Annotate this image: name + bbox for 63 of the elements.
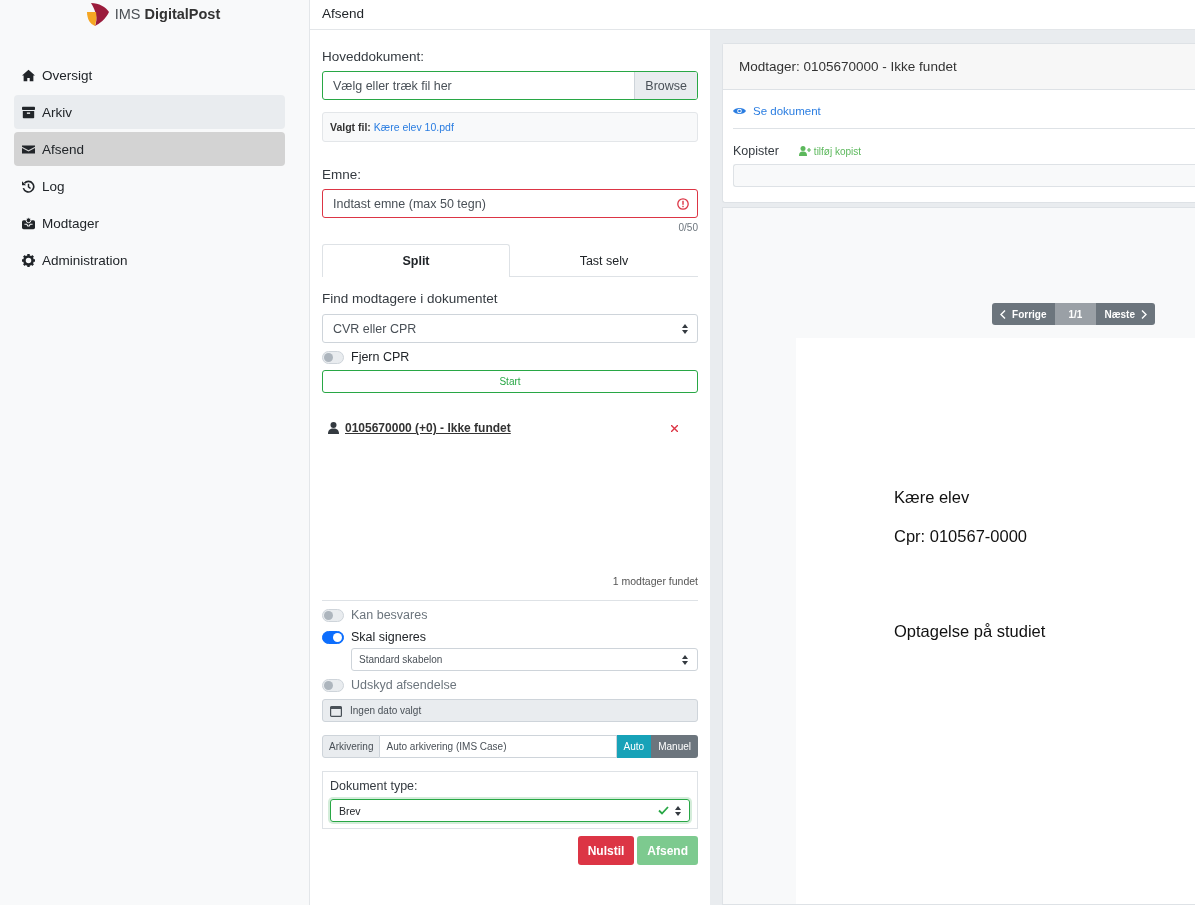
tab[interactable]: Split [322, 244, 510, 277]
archive-box-icon [22, 105, 35, 119]
sort-caret-icon [675, 805, 681, 816]
sidebar-item[interactable]: Modtager [14, 206, 285, 240]
view-document-link[interactable]: Se dokument [733, 105, 821, 117]
chosen-file-label: Valgt fil: [330, 121, 371, 133]
action-button[interactable]: Nulstil [577, 836, 635, 865]
close-icon [671, 425, 678, 432]
select-field[interactable]: CVR eller CPR [322, 314, 698, 343]
calendar-icon [330, 704, 342, 717]
found-count: 1 modtager fundet [611, 575, 698, 587]
select-field[interactable]: Brev [330, 799, 690, 822]
gear-icon [22, 253, 35, 267]
sort-caret-icon [682, 654, 688, 665]
eye-icon [733, 106, 746, 116]
file-input[interactable]: Vælg eller træk fil her Browse [322, 71, 698, 100]
warning-icon [677, 197, 689, 210]
chevron-left-icon [1000, 309, 1007, 319]
archiving-label: Arkivering [322, 735, 381, 758]
copies-field[interactable] [733, 164, 1195, 187]
select-field[interactable]: Standard skabelon [351, 648, 698, 671]
sidebar-item[interactable]: Arkiv [14, 95, 285, 129]
logo-icon [85, 0, 112, 27]
document-text: Cpr: 010567-0000 [894, 527, 1028, 546]
copies-label: Kopister [733, 144, 779, 158]
file-link[interactable]: Kære elev 10.pdf [373, 121, 454, 133]
subject-input[interactable]: Indtast emne (max 50 tegn) [322, 189, 698, 218]
field-label: Emne: [322, 167, 363, 182]
page-title: Afsend [322, 6, 365, 21]
field-label: Dokument type: [330, 779, 419, 793]
inbox-person-icon [22, 216, 35, 230]
field-label: Hoveddokument: [322, 49, 426, 64]
previous-button[interactable]: Forrige [992, 303, 1055, 325]
sidebar-item[interactable]: Log [14, 169, 285, 203]
browse-button[interactable]: Browse [634, 72, 697, 99]
toggle-label: Udskyd afsendelse [351, 678, 457, 692]
toggle-label: Kan besvares [351, 608, 428, 622]
field-label: Find modtagere i dokumentet [322, 291, 499, 306]
recipient-title: Modtager: 0105670000 - Ikke fundet [739, 59, 957, 74]
sidebar-item[interactable]: Administration [14, 243, 285, 277]
logo-text: IMS DigitalPost [114, 5, 221, 22]
add-person-icon [798, 146, 811, 156]
history-icon [22, 179, 35, 193]
toggle-label: Skal signeres [351, 630, 427, 644]
envelope-icon [22, 142, 35, 156]
tab[interactable]: Tast selv [510, 244, 698, 276]
archiving-field: Auto arkivering (IMS Case) [380, 735, 617, 758]
person-icon [328, 422, 339, 434]
document-text: Kære elev [894, 488, 971, 507]
sidebar-item[interactable]: Afsend [14, 132, 285, 166]
document-text: Optagelse på studiet [894, 622, 1047, 641]
next-button[interactable]: Næste [1096, 303, 1155, 325]
page-indicator: 1/1 [1054, 303, 1097, 325]
char-counter: 0/50 [677, 222, 698, 233]
sidebar-item[interactable]: Oversigt [14, 58, 285, 92]
check-icon [658, 806, 669, 815]
toggle-switch[interactable] [322, 630, 344, 644]
home-icon [22, 68, 35, 82]
sort-caret-icon [682, 323, 688, 334]
mode-button[interactable]: Manuel [651, 735, 698, 758]
recipient-link[interactable]: 0105670000 (+0) - Ikke fundet [345, 421, 665, 435]
toggle-label: Fjern CPR [351, 350, 410, 364]
chevron-right-icon [1141, 309, 1147, 319]
